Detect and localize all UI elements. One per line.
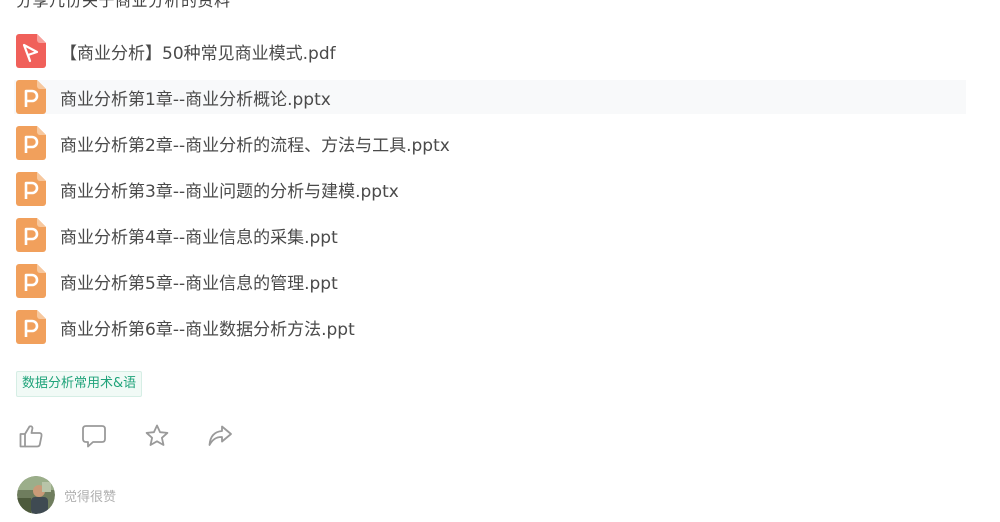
attachment-item[interactable]: 商业分析第4章--商业信息的采集.ppt — [14, 212, 966, 258]
thumbs-up-icon — [19, 425, 43, 448]
attachment-name: 商业分析第4章--商业信息的采集.ppt — [60, 227, 338, 248]
ppt-file-icon — [16, 310, 46, 344]
ppt-file-icon — [16, 80, 46, 114]
attachment-item[interactable]: 【商业分析】50种常见商业模式.pdf — [14, 28, 966, 74]
share-button[interactable] — [205, 421, 235, 451]
post-page: 分享几份关于商业分析的资料 【商业分析】50种常见商业模式.pdf 商业分析第1… — [0, 0, 1000, 522]
topic-tag[interactable]: 数据分析常用术&语 — [16, 371, 143, 397]
comment-button[interactable] — [79, 421, 109, 451]
like-button[interactable] — [16, 421, 46, 451]
share-icon — [208, 425, 232, 446]
avatar[interactable] — [17, 476, 55, 514]
star-icon — [145, 424, 169, 446]
attachment-item[interactable]: 商业分析第5章--商业信息的管理.ppt — [14, 258, 966, 304]
ppt-file-icon — [16, 172, 46, 206]
comment-icon — [82, 425, 106, 448]
ppt-file-icon — [16, 126, 46, 160]
post-text: 分享几份关于商业分析的资料 — [16, 0, 231, 10]
attachment-item[interactable]: 商业分析第3章--商业问题的分析与建模.pptx — [14, 166, 966, 212]
liked-by: 觉得很赞 — [17, 476, 116, 514]
attachment-name: 商业分析第6章--商业数据分析方法.ppt — [60, 319, 355, 340]
attachment-name: 商业分析第2章--商业分析的流程、方法与工具.pptx — [60, 135, 450, 156]
attachment-list: 【商业分析】50种常见商业模式.pdf 商业分析第1章--商业分析概论.pptx… — [14, 28, 966, 350]
ppt-file-icon — [16, 218, 46, 252]
ppt-file-icon — [16, 264, 46, 298]
attachment-item[interactable]: 商业分析第1章--商业分析概论.pptx — [14, 80, 966, 114]
action-bar — [16, 421, 268, 451]
favorite-button[interactable] — [142, 421, 172, 451]
attachment-item[interactable]: 商业分析第2章--商业分析的流程、方法与工具.pptx — [14, 120, 966, 166]
pdf-file-icon — [16, 34, 46, 68]
liked-text: 觉得很赞 — [64, 489, 117, 505]
attachment-name: 商业分析第3章--商业问题的分析与建模.pptx — [60, 181, 399, 202]
attachment-name: 商业分析第1章--商业分析概论.pptx — [60, 89, 331, 110]
attachment-name: 【商业分析】50种常见商业模式.pdf — [60, 43, 336, 64]
attachment-name: 商业分析第5章--商业信息的管理.ppt — [60, 273, 338, 294]
attachment-item[interactable]: 商业分析第6章--商业数据分析方法.ppt — [14, 304, 966, 350]
